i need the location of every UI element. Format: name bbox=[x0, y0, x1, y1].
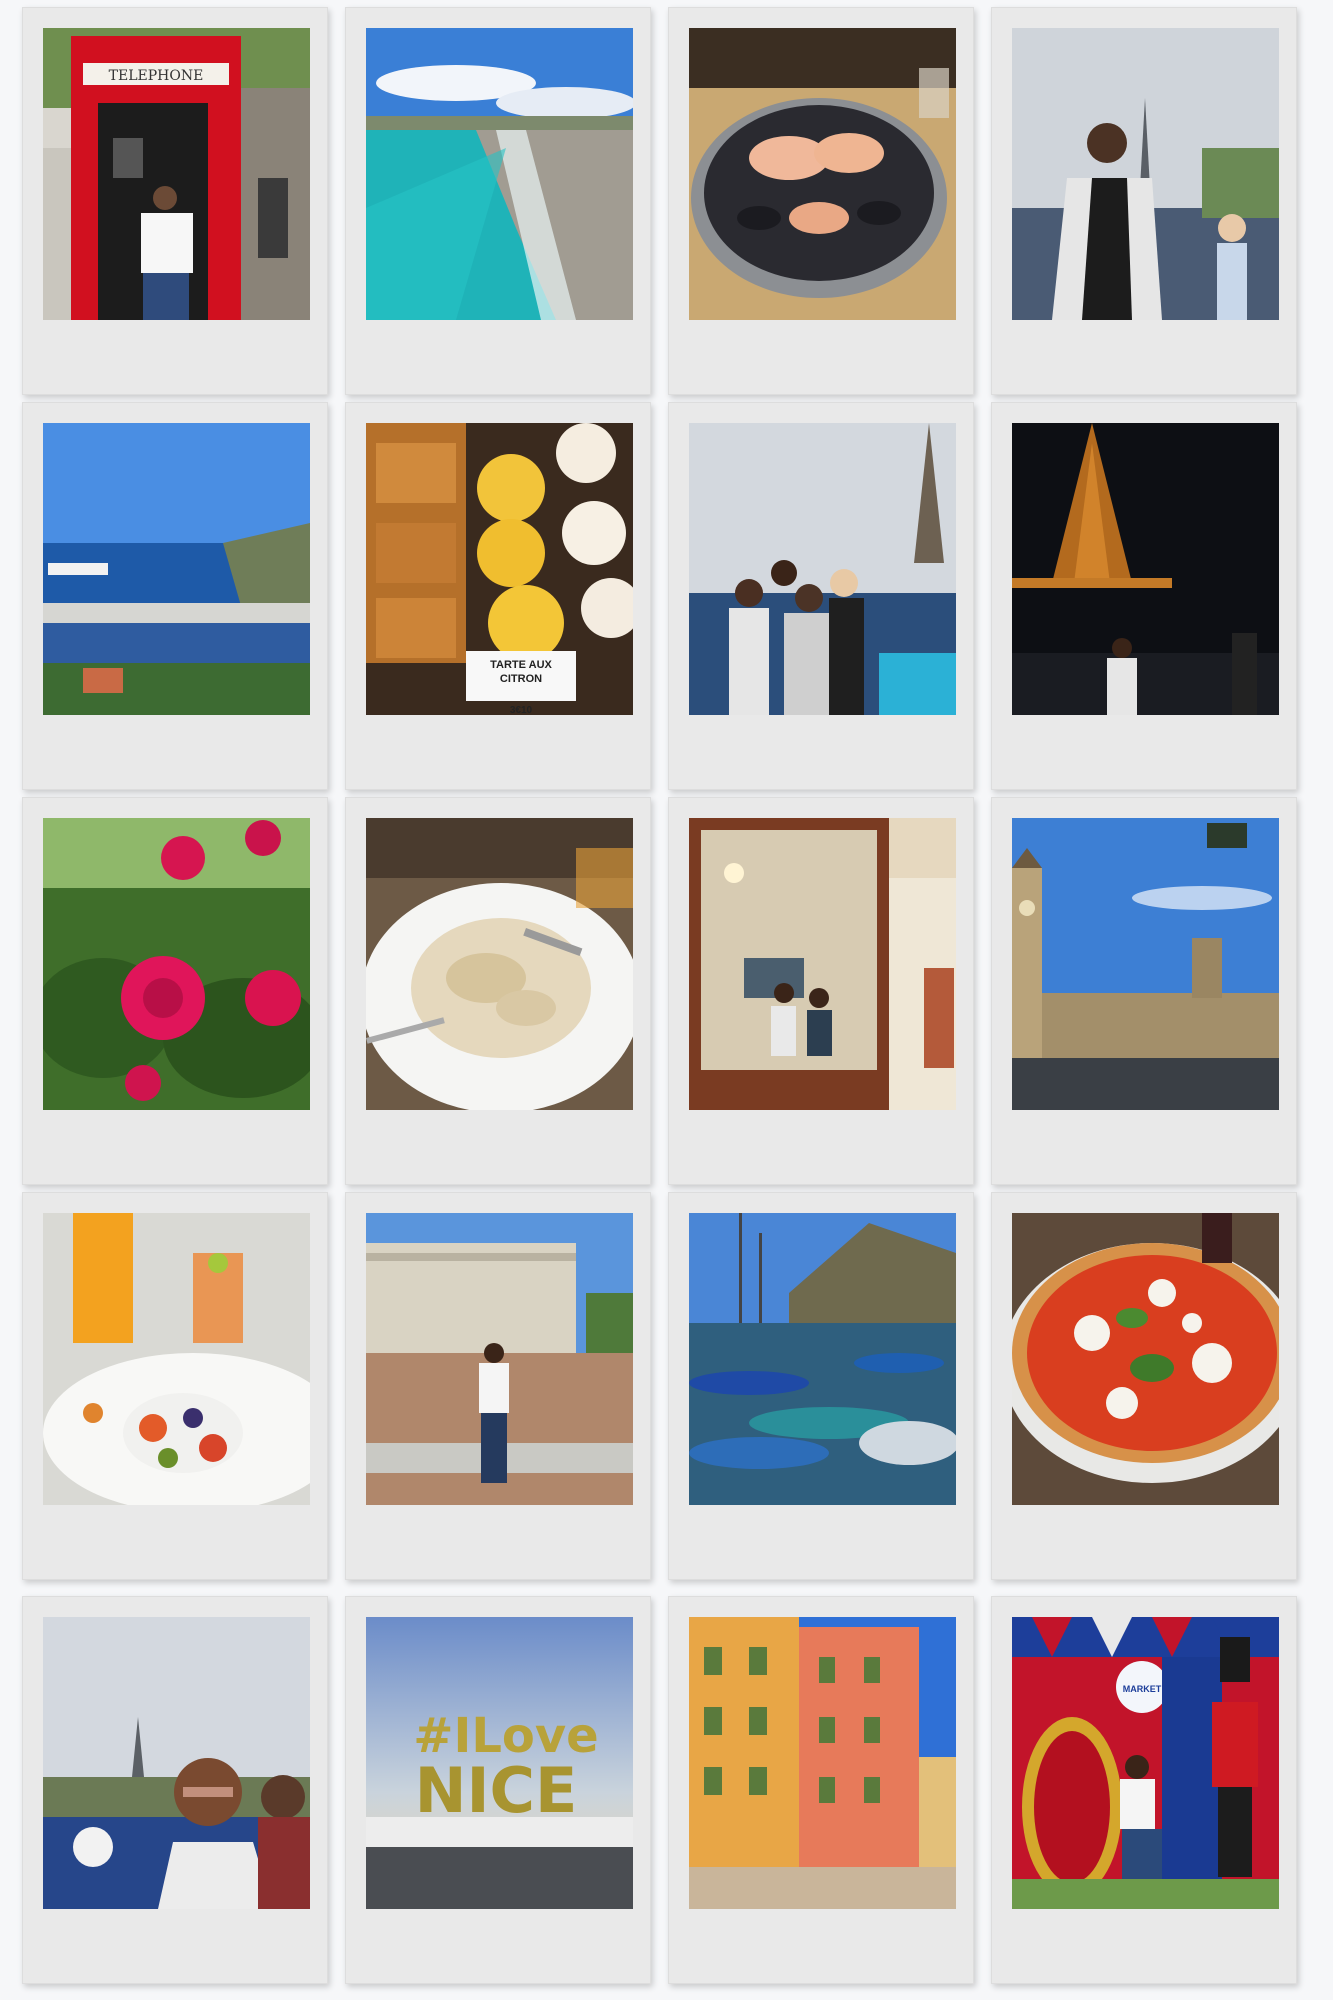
photo-mussels bbox=[689, 28, 956, 320]
photo-palace bbox=[366, 1213, 633, 1505]
polaroid-card[interactable] bbox=[668, 1192, 974, 1580]
polaroid-card[interactable] bbox=[991, 1192, 1297, 1580]
polaroid-card[interactable] bbox=[991, 402, 1297, 790]
polaroid-card[interactable]: TARTE AUX CITRON 3€10 bbox=[345, 402, 651, 790]
market-sign: MARKET bbox=[1123, 1684, 1162, 1694]
polaroid-card[interactable] bbox=[22, 402, 328, 790]
photo-eiffel-night bbox=[1012, 423, 1279, 715]
polaroid-card[interactable] bbox=[345, 797, 651, 1185]
polaroid-card[interactable] bbox=[668, 1596, 974, 1984]
telephone-sign: TELEPHONE bbox=[109, 68, 204, 84]
polaroid-card[interactable]: MARKET bbox=[991, 1596, 1297, 1984]
photo-pastries: TARTE AUX CITRON 3€10 bbox=[366, 423, 633, 715]
photo-mirror-selfie bbox=[689, 818, 956, 1110]
polaroid-card[interactable] bbox=[668, 7, 974, 395]
polaroid-card[interactable] bbox=[22, 1192, 328, 1580]
polaroid-card[interactable] bbox=[991, 7, 1297, 395]
photo-eiffel-portrait bbox=[1012, 28, 1279, 320]
tag-line-1: TARTE AUX bbox=[490, 659, 552, 671]
photo-big-ben bbox=[1012, 818, 1279, 1110]
photo-boats bbox=[689, 1213, 956, 1505]
polaroid-card[interactable]: TELEPHONE bbox=[22, 7, 328, 395]
photo-telephone-box: TELEPHONE bbox=[43, 28, 310, 320]
sign-line-2: NICE bbox=[415, 1754, 578, 1827]
polaroid-card[interactable] bbox=[668, 402, 974, 790]
photo-throne-guard: MARKET bbox=[1012, 1617, 1279, 1909]
photo-harbour bbox=[43, 423, 310, 715]
photo-pasta bbox=[366, 818, 633, 1110]
polaroid-card[interactable] bbox=[345, 1192, 651, 1580]
photo-buildings bbox=[689, 1617, 956, 1909]
polaroid-card[interactable] bbox=[345, 7, 651, 395]
price-tag: 3€10 bbox=[510, 705, 533, 715]
photo-i-love-nice: #ILove NICE bbox=[366, 1617, 633, 1909]
photo-pizza bbox=[1012, 1213, 1279, 1505]
polaroid-card[interactable] bbox=[668, 797, 974, 1185]
polaroid-gallery: TELEPHONE TARTE AUX CITRON 3€10 #ILove N… bbox=[0, 0, 1333, 2000]
polaroid-card[interactable]: #ILove NICE bbox=[345, 1596, 651, 1984]
photo-beach bbox=[366, 28, 633, 320]
tag-line-2: CITRON bbox=[500, 673, 542, 685]
photo-roses bbox=[43, 818, 310, 1110]
photo-group-eiffel bbox=[689, 423, 956, 715]
photo-drinks-salad bbox=[43, 1213, 310, 1505]
polaroid-card[interactable] bbox=[22, 1596, 328, 1984]
polaroid-card[interactable] bbox=[991, 797, 1297, 1185]
photo-glasses-portrait bbox=[43, 1617, 310, 1909]
polaroid-card[interactable] bbox=[22, 797, 328, 1185]
